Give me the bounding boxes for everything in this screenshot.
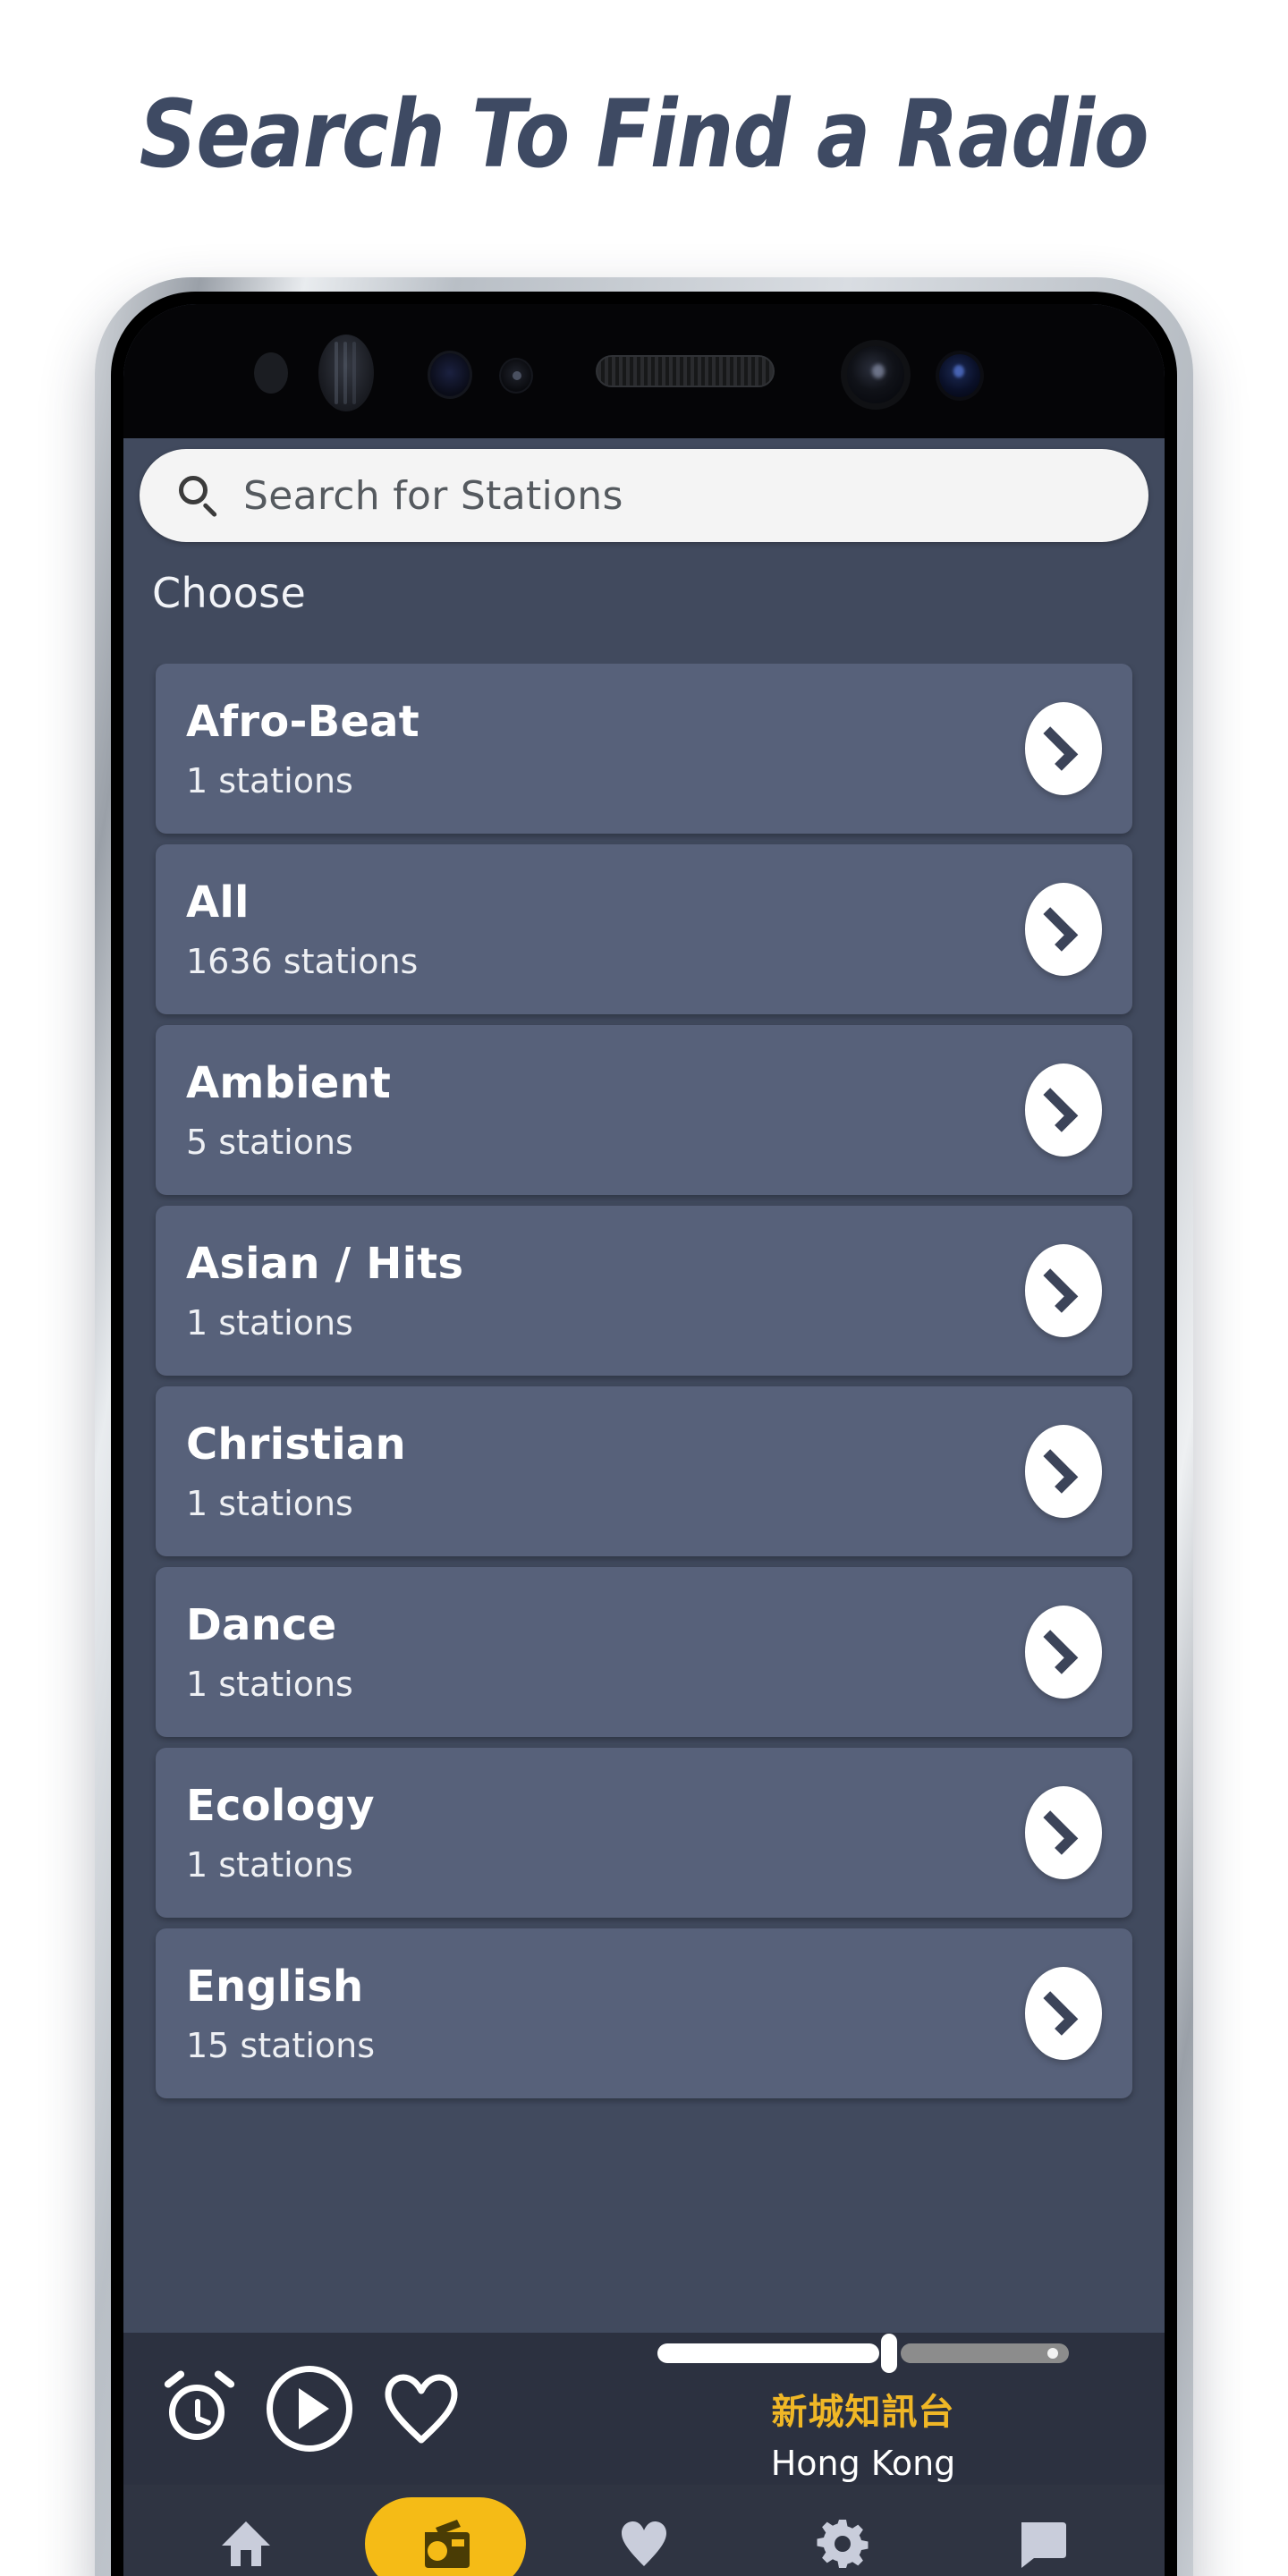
search-input[interactable]: Search for Stations [243, 473, 623, 519]
ir-sensor-icon [499, 358, 533, 394]
list-item[interactable]: English 15 stations [156, 1928, 1132, 2098]
category-list[interactable]: Afro-Beat 1 stations All 1636 stations A… [123, 664, 1165, 2333]
category-count: 1 stations [186, 1484, 353, 1523]
list-item-texts: Christian 1 stations [186, 1419, 1025, 1523]
chevron-right-icon[interactable] [1025, 1425, 1102, 1518]
category-name: Afro-Beat [186, 697, 419, 747]
list-item-texts: Asian / Hits 1 stations [186, 1239, 1025, 1343]
category-name: All [186, 877, 250, 928]
search-area: Search for Stations [123, 438, 1165, 556]
list-item-texts: Ecology 1 stations [186, 1781, 1025, 1885]
gear-icon [817, 2520, 869, 2568]
list-item-texts: Ambient 5 stations [186, 1058, 1025, 1162]
player-bar: 新城知訊台 Hong Kong [123, 2333, 1165, 2485]
category-count: 15 stations [186, 2026, 376, 2065]
list-item[interactable]: Dance 1 stations [156, 1567, 1132, 1737]
category-name: Ecology [186, 1781, 375, 1831]
station-name: 新城知訊台 [771, 2392, 955, 2433]
home-icon [222, 2521, 271, 2566]
bottom-navigation [123, 2485, 1165, 2576]
category-name: Ambient [186, 1058, 392, 1108]
section-header: Choose [123, 556, 1165, 664]
iris-scanner-icon [318, 335, 374, 411]
list-item-texts: Dance 1 stations [186, 1600, 1025, 1704]
category-count: 1 stations [186, 761, 353, 801]
player-now-playing: 新城知訊台 Hong Kong [589, 2334, 1165, 2483]
search-icon [177, 474, 220, 518]
volume-slider[interactable] [657, 2334, 1069, 2373]
phone-mockup-stage: Search for Stations Choose Afro-Beat 1 s… [0, 268, 1288, 2576]
page-header: Search To Find a Radio [0, 0, 1288, 268]
chevron-right-icon[interactable] [1025, 1606, 1102, 1699]
search-bar[interactable]: Search for Stations [140, 449, 1148, 542]
chevron-right-icon[interactable] [1025, 1786, 1102, 1879]
favorite-heart-icon[interactable] [383, 2373, 460, 2445]
player-controls [123, 2366, 589, 2452]
list-item[interactable]: Ecology 1 stations [156, 1748, 1132, 1918]
category-count: 1 stations [186, 1665, 353, 1704]
category-count: 1636 stations [186, 942, 419, 981]
phone-screen: Search for Stations Choose Afro-Beat 1 s… [123, 304, 1165, 2576]
nav-item-favorites[interactable] [564, 2497, 724, 2576]
station-country: Hong Kong [770, 2444, 956, 2483]
category-name: Asian / Hits [186, 1239, 464, 1289]
play-button[interactable] [267, 2366, 352, 2452]
nav-item-feedback[interactable] [962, 2497, 1123, 2576]
category-count: 5 stations [186, 1123, 353, 1162]
category-name: Dance [186, 1600, 337, 1650]
chevron-right-icon[interactable] [1025, 702, 1102, 795]
chevron-right-icon[interactable] [1025, 883, 1102, 976]
volume-slider-track [901, 2343, 1069, 2363]
chevron-right-icon[interactable] [1025, 1967, 1102, 2060]
proximity-sensor-icon [428, 351, 472, 399]
category-count: 1 stations [186, 1845, 353, 1885]
nav-item-radio[interactable] [364, 2497, 526, 2576]
list-item-texts: English 15 stations [186, 1962, 1025, 2065]
list-item[interactable]: Christian 1 stations [156, 1386, 1132, 1556]
volume-slider-thumb[interactable] [881, 2334, 897, 2373]
volume-slider-fill [657, 2343, 879, 2363]
alarm-clock-icon[interactable] [163, 2368, 236, 2445]
phone-frame: Search for Stations Choose Afro-Beat 1 s… [95, 277, 1193, 2576]
heart-icon [621, 2521, 666, 2566]
nav-item-settings[interactable] [762, 2497, 923, 2576]
list-item[interactable]: Asian / Hits 1 stations [156, 1206, 1132, 1376]
list-item-texts: Afro-Beat 1 stations [186, 697, 1025, 801]
radio-icon [424, 2520, 470, 2568]
page-title: Search To Find a Radio [140, 80, 1149, 189]
chevron-right-icon[interactable] [1025, 1244, 1102, 1337]
category-name: Christian [186, 1419, 406, 1470]
list-item[interactable]: Afro-Beat 1 stations [156, 664, 1132, 834]
list-item-texts: All 1636 stations [186, 877, 1025, 981]
feedback-icon [1021, 2522, 1066, 2568]
chevron-right-icon[interactable] [1025, 1063, 1102, 1157]
section-header-label: Choose [152, 569, 307, 617]
light-sensor-icon [254, 352, 288, 394]
list-item[interactable]: Ambient 5 stations [156, 1025, 1132, 1195]
earpiece-speaker-icon [596, 355, 775, 387]
category-count: 1 stations [186, 1303, 353, 1343]
category-name: English [186, 1962, 364, 2012]
notch-sensor-bar [123, 304, 1165, 438]
front-camera-icon [841, 340, 911, 410]
list-item[interactable]: All 1636 stations [156, 844, 1132, 1014]
nav-item-home[interactable] [165, 2497, 326, 2576]
phone-bezel: Search for Stations Choose Afro-Beat 1 s… [111, 292, 1177, 2576]
secondary-camera-icon [936, 351, 984, 401]
